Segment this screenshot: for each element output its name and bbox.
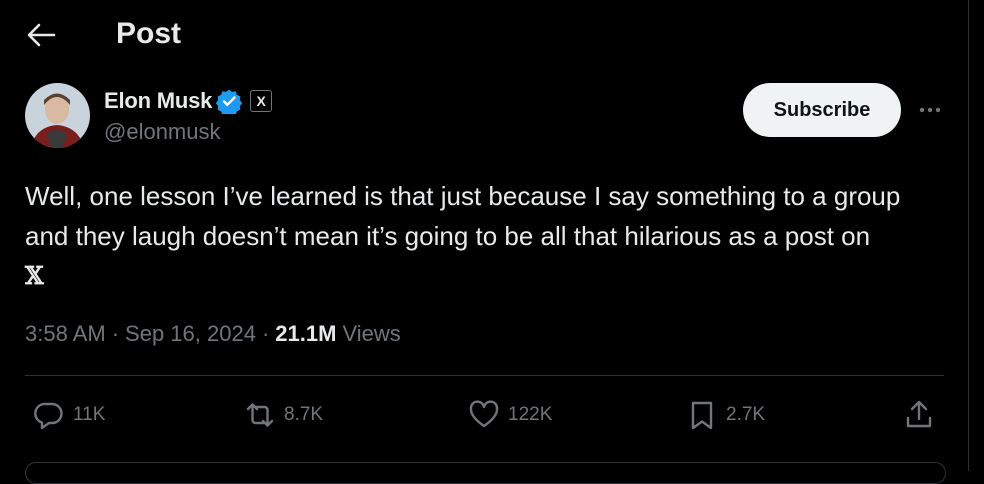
more-options-icon[interactable] xyxy=(917,98,943,122)
author-handle[interactable]: @elonmusk xyxy=(104,119,221,145)
like-button[interactable]: 122K xyxy=(468,398,552,432)
repost-count: 8.7K xyxy=(284,404,324,425)
repost-icon xyxy=(246,403,274,427)
separator: · xyxy=(261,321,270,346)
post-date[interactable]: Sep 16, 2024 xyxy=(125,321,256,347)
reply-box-edge xyxy=(25,462,946,484)
separator: · xyxy=(111,321,120,346)
column-border xyxy=(968,0,969,471)
bookmark-icon xyxy=(691,401,713,430)
avatar[interactable] xyxy=(25,83,90,148)
back-arrow-icon[interactable] xyxy=(26,22,56,48)
reply-icon xyxy=(34,402,63,430)
like-count: 122K xyxy=(508,404,553,425)
views-label: Views xyxy=(342,321,401,346)
page-title: Post xyxy=(116,17,182,50)
views-count: 21.1M xyxy=(275,321,337,346)
share-button[interactable] xyxy=(903,398,943,432)
repost-button[interactable]: 8.7K xyxy=(244,398,323,432)
x-affiliation-badge[interactable]: X xyxy=(250,90,273,112)
post-text: Well, one lesson I’ve learned is that ju… xyxy=(25,176,955,296)
author-name[interactable]: Elon Musk xyxy=(104,88,212,114)
bookmark-count: 2.7K xyxy=(726,404,766,425)
post-metadata: 3:58 AM · Sep 16, 2024 · 21.1M Views xyxy=(25,321,401,347)
author-name-row: Elon Musk X xyxy=(104,86,273,117)
share-icon xyxy=(906,400,932,428)
divider xyxy=(25,375,944,376)
reply-count: 11K xyxy=(73,404,106,425)
subscribe-button[interactable]: Subscribe xyxy=(743,83,901,137)
x-logo-glyph: 𝕏 xyxy=(25,261,44,290)
heart-icon xyxy=(469,400,499,428)
post-text-line: Well, one lesson I’ve learned is that ju… xyxy=(25,181,901,211)
bookmark-button[interactable]: 2.7K xyxy=(686,398,765,432)
verified-badge-icon[interactable] xyxy=(216,88,243,117)
post-header: Post xyxy=(0,0,968,72)
post-text-line: and they laugh doesn’t mean it’s going t… xyxy=(25,221,871,251)
post-time[interactable]: 3:58 AM xyxy=(25,321,106,347)
reply-button[interactable]: 11K xyxy=(33,398,105,432)
